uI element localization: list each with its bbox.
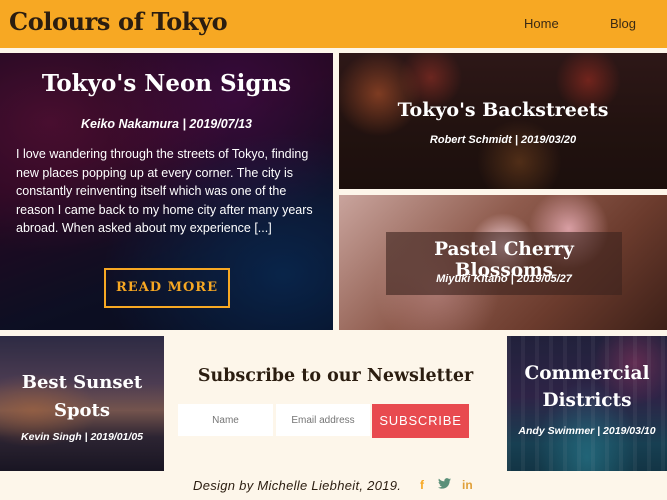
subscribe-button[interactable]: SUBSCRIBE bbox=[372, 404, 469, 438]
nav-home-link[interactable]: Home bbox=[524, 16, 559, 31]
linkedin-icon[interactable]: in bbox=[462, 478, 473, 492]
post-title: Tokyo's Neon Signs bbox=[41, 70, 292, 97]
name-input[interactable] bbox=[178, 404, 273, 436]
post-card-sunset-spots[interactable]: Best Sunset Spots Kevin Singh | 2019/01/… bbox=[0, 336, 164, 471]
post-card-backstreets[interactable]: Tokyo's Backstreets Robert Schmidt | 201… bbox=[339, 53, 667, 189]
post-title: Tokyo's Backstreets bbox=[397, 99, 609, 121]
post-card-cherry-blossoms[interactable]: Pastel Cherry Blossoms Miyuki Kitano | 2… bbox=[339, 195, 667, 330]
facebook-icon[interactable]: f bbox=[420, 478, 424, 492]
post-excerpt: I love wandering through the streets of … bbox=[16, 147, 313, 236]
newsletter-title: Subscribe to our Newsletter bbox=[197, 366, 474, 386]
post-title: Best Sunset Spots bbox=[21, 372, 143, 421]
post-meta: Andy Swimmer | 2019/03/10 bbox=[518, 425, 656, 437]
post-meta: Robert Schmidt | 2019/03/20 bbox=[429, 134, 577, 146]
post-meta: Miyuki Kitano | 2019/05/27 bbox=[436, 273, 572, 285]
post-card-commercial-districts[interactable]: Commercial Districts Andy Swimmer | 2019… bbox=[507, 336, 667, 471]
twitter-icon[interactable] bbox=[438, 478, 451, 492]
post-meta: Kevin Singh | 2019/01/05 bbox=[21, 431, 143, 443]
footer-credit: Design by Michelle Liebheit, 2019. bbox=[193, 478, 402, 493]
site-logo[interactable]: Colours of Tokyo bbox=[9, 7, 228, 36]
post-card-neon-signs[interactable]: Tokyo's Neon Signs Keiko Nakamura | 2019… bbox=[0, 53, 333, 330]
post-title: Commercial Districts bbox=[524, 363, 650, 411]
email-input[interactable] bbox=[276, 404, 370, 436]
read-more-button[interactable]: READ MORE bbox=[104, 268, 230, 308]
nav-blog-link[interactable]: Blog bbox=[610, 16, 636, 31]
caption-box: Pastel Cherry Blossoms Miyuki Kitano | 2… bbox=[386, 232, 622, 295]
post-meta: Keiko Nakamura | 2019/07/13 bbox=[81, 117, 252, 131]
site-header: Colours of Tokyo Home Blog bbox=[0, 0, 667, 48]
